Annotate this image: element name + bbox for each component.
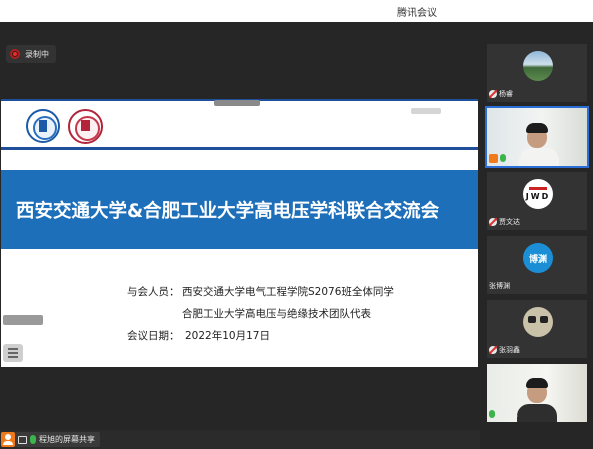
participant-name: 杨睿 <box>499 90 513 98</box>
participant-name-tag: 程旭 <box>489 153 522 163</box>
viewer-zoom-bar[interactable] <box>214 100 260 106</box>
participant-name: 程旭 <box>508 154 522 162</box>
participants-panel: 杨睿 程旭 JWD 贾文达 博渊 张博渊 张羽鑫 王书乐 <box>480 22 593 449</box>
bottom-toolbar: 程旭的屏幕共享 <box>0 430 480 449</box>
participant-name: 张博渊 <box>489 282 510 290</box>
participant-tile[interactable]: 杨睿 <box>487 44 587 102</box>
attendee-line-2: 合肥工业大学高电压与绝缘技术团队代表 <box>182 308 371 320</box>
avatar <box>523 307 553 337</box>
avatar-text: JWD <box>525 192 551 201</box>
screen-share-tag[interactable]: 程旭的屏幕共享 <box>1 432 100 447</box>
participant-name-tag: 张博渊 <box>489 281 510 291</box>
recording-label: 录制中 <box>25 49 49 59</box>
record-icon <box>10 49 20 59</box>
app-title: 腾讯会议 <box>397 8 437 19</box>
slide-title-band: 西安交通大学&合肥工业大学高电压学科联合交流会 <box>1 170 478 249</box>
screen-share-label: 程旭的屏幕共享 <box>39 435 95 444</box>
recording-indicator[interactable]: 录制中 <box>6 45 56 63</box>
host-person-icon <box>1 432 15 447</box>
slide-divider <box>1 147 478 150</box>
host-icon <box>489 153 498 163</box>
viewer-options-bar[interactable] <box>411 108 441 114</box>
attendees-label: 与会人员： <box>127 286 180 298</box>
participant-tile[interactable]: 博渊 张博渊 <box>487 236 587 294</box>
slide-menu-icon[interactable] <box>3 344 23 362</box>
date-label: 会议日期： <box>127 330 180 342</box>
shared-slide: 西安交通大学&合肥工业大学高电压学科联合交流会 与会人员： 西安交通大学电气工程… <box>1 99 478 367</box>
hfut-logo <box>68 109 103 144</box>
attendee-line-1: 西安交通大学电气工程学院S2076班全体同学 <box>182 286 394 298</box>
participant-name: 张羽鑫 <box>499 346 520 354</box>
avatar: 博渊 <box>523 243 553 273</box>
mic-muted-icon <box>489 90 497 98</box>
participant-name-tag: 杨睿 <box>489 89 513 99</box>
mic-muted-icon <box>489 218 497 226</box>
participant-tile[interactable]: JWD 贾文达 <box>487 172 587 230</box>
avatar-text: 博渊 <box>528 254 547 265</box>
mic-on-icon <box>500 154 506 162</box>
mic-icon <box>30 435 36 444</box>
slide-title: 西安交通大学&合肥工业大学高电压学科联合交流会 <box>16 200 440 222</box>
meeting-date: 2022年10月17日 <box>185 330 270 342</box>
participant-name-tag: 贾文达 <box>489 217 520 227</box>
window-titlebar: 腾讯会议 <box>0 0 593 22</box>
participant-tile-active[interactable]: 程旭 <box>485 106 589 168</box>
screen-share-icon <box>18 435 27 444</box>
xjtu-logo <box>26 109 60 143</box>
participant-name: 王书乐 <box>497 410 518 418</box>
participant-tile[interactable]: 张羽鑫 <box>487 300 587 358</box>
participant-name: 贾文达 <box>499 218 520 226</box>
avatar: JWD <box>523 179 553 209</box>
participant-tile[interactable]: 王书乐 <box>487 364 587 422</box>
avatar <box>523 51 553 81</box>
participant-name-tag: 张羽鑫 <box>489 345 520 355</box>
participant-name-tag: 王书乐 <box>489 409 518 419</box>
slide-control-bar[interactable] <box>3 315 43 325</box>
mic-on-icon <box>489 410 495 418</box>
mic-muted-icon <box>489 346 497 354</box>
